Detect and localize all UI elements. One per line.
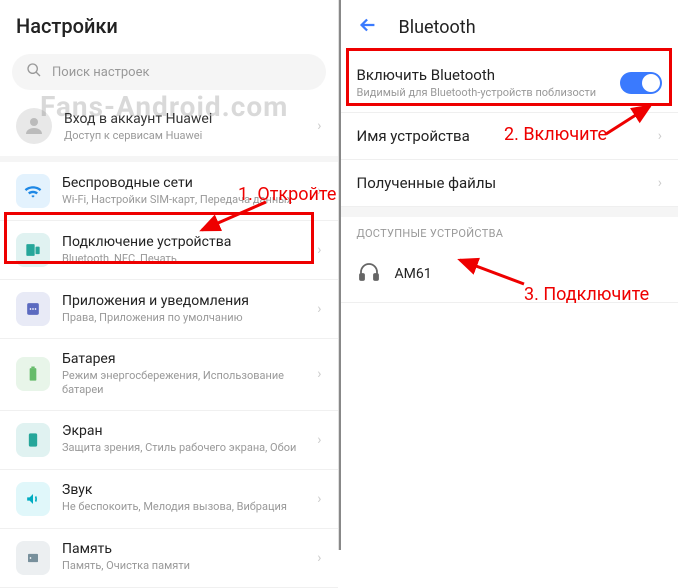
device-name: AM61 (395, 266, 432, 282)
setting-row-storage[interactable]: Память Память, Очистка памяти › (0, 529, 338, 588)
search-placeholder: Поиск настроек (52, 65, 150, 80)
search-icon (26, 62, 42, 82)
setting-title: Подключение устройства (62, 234, 305, 250)
chevron-right-icon: › (317, 550, 321, 566)
chevron-right-icon: › (317, 118, 321, 134)
headphones-icon (357, 260, 381, 288)
account-subtitle: Доступ к сервисам Huawei (64, 129, 305, 142)
setting-row-wireless[interactable]: Беспроводные сети Wi-Fi, Настройки SIM-к… (0, 162, 338, 221)
avatar (16, 108, 52, 144)
device-row-am61[interactable]: AM61 (341, 246, 678, 303)
account-title: Вход в аккаунт Huawei (64, 111, 305, 127)
account-row[interactable]: Вход в аккаунт Huawei Доступ к сервисам … (0, 96, 338, 162)
setting-subtitle: Режим энергосбережения, Использование ба… (62, 369, 305, 398)
setting-row-sound[interactable]: Звук Не беспокоить, Мелодия вызова, Вибр… (0, 470, 338, 529)
settings-panel: Настройки Поиск настроек Вход в аккаунт … (0, 0, 339, 550)
setting-subtitle: Память, Очистка памяти (62, 559, 305, 573)
battery-icon (16, 357, 50, 391)
setting-title: Память (62, 541, 305, 557)
storage-icon (16, 541, 50, 575)
received-files-label: Полученные файлы (357, 174, 658, 192)
search-bar[interactable]: Поиск настроек (12, 54, 326, 90)
setting-subtitle: Права, Приложения по умолчанию (62, 311, 305, 325)
bluetooth-toggle[interactable] (620, 72, 662, 94)
setting-title: Экран (62, 423, 305, 439)
setting-title: Приложения и уведомления (62, 293, 305, 309)
chevron-right-icon: › (317, 301, 321, 317)
bluetooth-panel: Bluetooth Включить Bluetooth Видимый для… (339, 0, 678, 550)
received-files-row[interactable]: Полученные файлы › (341, 160, 678, 207)
chevron-right-icon: › (317, 491, 321, 507)
chevron-right-icon: › (317, 366, 321, 382)
setting-subtitle: Bluetooth, NFC, Печать (62, 252, 305, 266)
chevron-right-icon: › (317, 242, 321, 258)
settings-title: Настройки (0, 0, 338, 48)
bt-enable-subtitle: Видимый для Bluetooth-устройств поблизос… (357, 86, 611, 100)
devices-icon (16, 233, 50, 267)
setting-title: Батарея (62, 351, 305, 367)
sound-icon (16, 482, 50, 516)
chevron-right-icon: › (658, 128, 662, 144)
wifi-icon (16, 174, 50, 208)
available-devices-header: ДОСТУПНЫЕ УСТРОЙСТВА (341, 217, 678, 246)
device-name-label: Имя устройства (357, 127, 658, 145)
setting-subtitle: Защита зрения, Стиль рабочего экрана, Об… (62, 441, 305, 455)
bt-enable-title: Включить Bluetooth (357, 66, 611, 84)
bluetooth-title: Bluetooth (399, 17, 476, 38)
setting-row-display[interactable]: Экран Защита зрения, Стиль рабочего экра… (0, 411, 338, 470)
setting-row-device-connection[interactable]: Подключение устройства Bluetooth, NFC, П… (0, 221, 338, 280)
setting-title: Беспроводные сети (62, 175, 305, 191)
bluetooth-enable-row: Включить Bluetooth Видимый для Bluetooth… (341, 54, 678, 113)
chevron-right-icon: › (658, 175, 662, 191)
display-icon (16, 423, 50, 457)
setting-row-apps[interactable]: Приложения и уведомления Права, Приложен… (0, 280, 338, 339)
back-button[interactable] (357, 14, 379, 40)
setting-subtitle: Wi-Fi, Настройки SIM-карт, Передача данн… (62, 193, 305, 207)
apps-icon (16, 292, 50, 326)
chevron-right-icon: › (317, 432, 321, 448)
setting-row-battery[interactable]: Батарея Режим энергосбережения, Использо… (0, 339, 338, 411)
device-name-row[interactable]: Имя устройства › (341, 113, 678, 160)
setting-subtitle: Не беспокоить, Мелодия вызова, Вибрация (62, 500, 305, 514)
chevron-right-icon: › (317, 183, 321, 199)
setting-title: Звук (62, 482, 305, 498)
